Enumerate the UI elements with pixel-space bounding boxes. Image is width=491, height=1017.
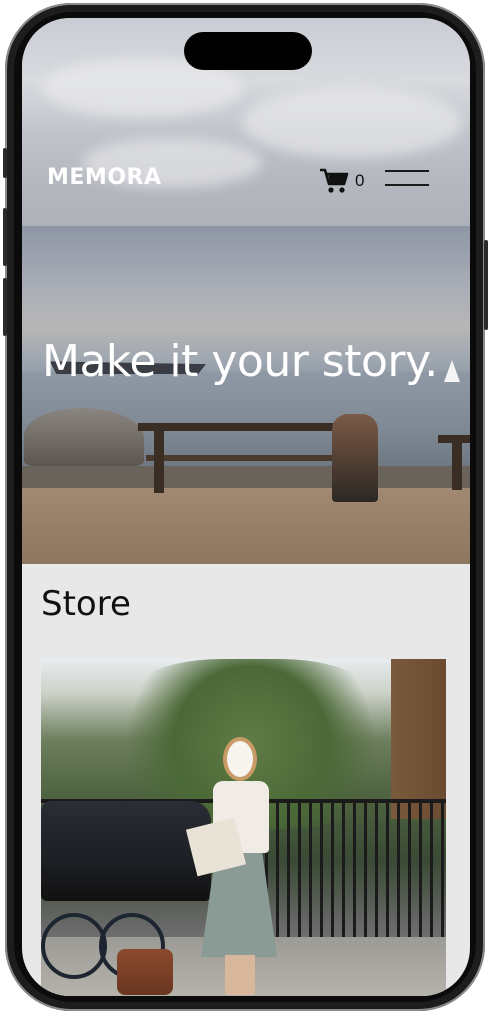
site-logo[interactable]: MEMORA bbox=[47, 165, 161, 190]
hero-banner: Make it your story. bbox=[22, 226, 470, 564]
store-image-fence bbox=[265, 799, 446, 949]
store-heading: Store bbox=[41, 584, 131, 624]
dynamic-island bbox=[184, 32, 312, 70]
store-image-woman bbox=[185, 741, 277, 995]
phone-side-button bbox=[3, 148, 7, 178]
phone-volume-down-button bbox=[3, 278, 7, 336]
hero-image-bench bbox=[138, 423, 356, 431]
logo-text: MEMORA bbox=[47, 165, 162, 190]
hero-image-wall bbox=[22, 466, 470, 488]
hero-image-rock bbox=[24, 408, 144, 466]
cart-button[interactable]: 0 bbox=[319, 168, 364, 194]
hero-image-person bbox=[332, 414, 378, 502]
hero-title: Make it your story. bbox=[42, 336, 438, 387]
store-image-car bbox=[41, 801, 211, 901]
hamburger-menu-icon[interactable] bbox=[385, 168, 429, 190]
store-image-satchel bbox=[117, 949, 173, 995]
store-product-image[interactable] bbox=[41, 659, 446, 996]
phone-volume-up-button bbox=[3, 208, 7, 266]
cart-count: 0 bbox=[355, 171, 365, 190]
cart-icon bbox=[320, 168, 349, 193]
phone-power-button bbox=[484, 240, 488, 330]
app-screen: MEMORA 0 Make it your story. Store bbox=[22, 18, 470, 996]
hero-image-sailboat bbox=[444, 360, 460, 382]
